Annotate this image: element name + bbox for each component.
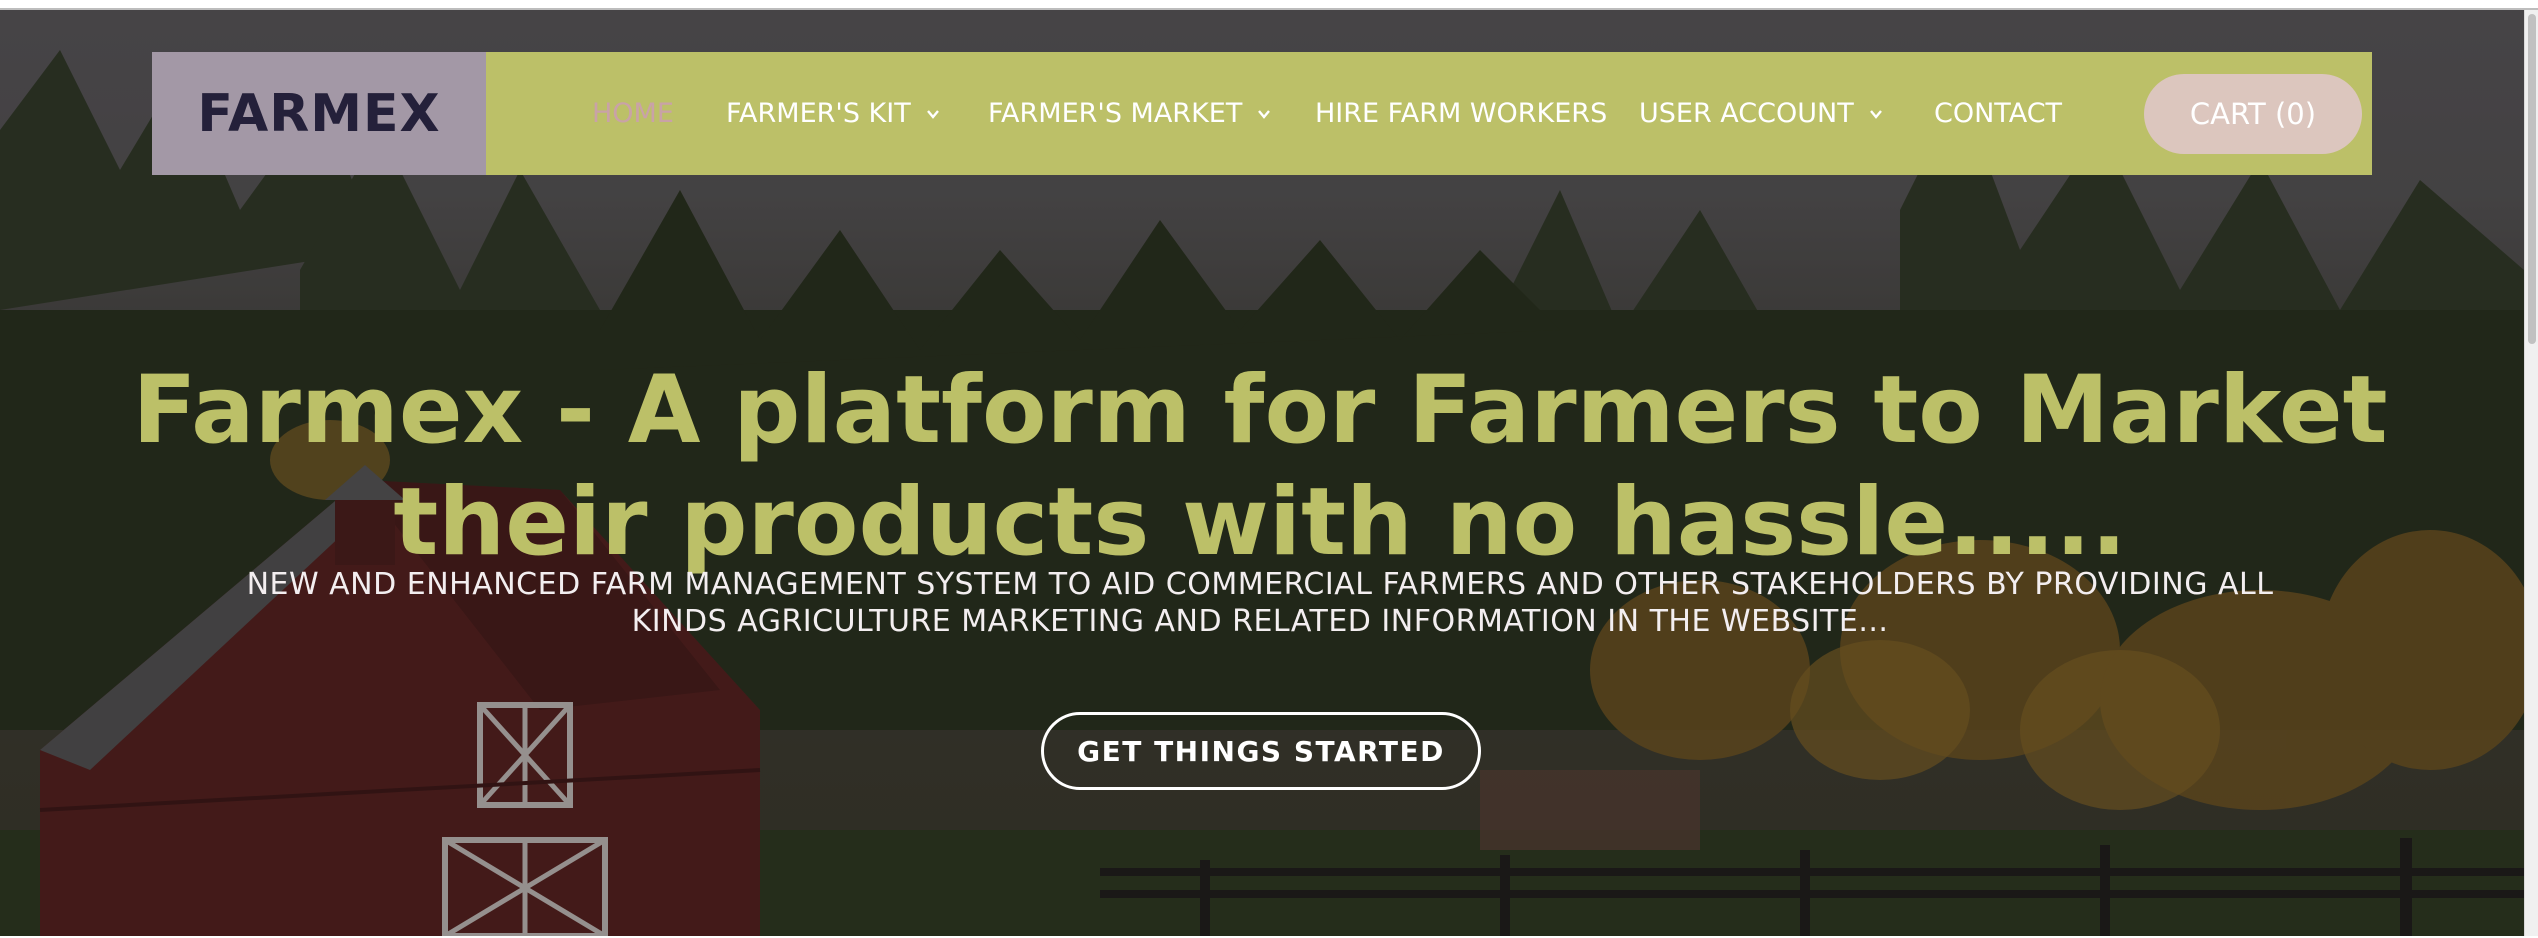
nav-item-label: CONTACT	[1934, 98, 2063, 129]
hero-headline: Farmex - A platform for Farmers to Marke…	[132, 355, 2388, 577]
chevron-down-icon	[1258, 109, 1271, 119]
nav-item-farmers-kit[interactable]: FARMER'S KIT	[726, 52, 988, 175]
nav-item-home[interactable]: HOME	[592, 52, 726, 175]
nav-menu: HOME FARMER'S KIT FARMER'S MARKET HIRE F…	[592, 52, 2362, 175]
get-started-button[interactable]: GET THINGS STARTED	[1041, 712, 1481, 790]
nav-item-label: FARMER'S KIT	[726, 98, 911, 129]
nav-item-label: USER ACCOUNT	[1639, 98, 1854, 129]
browser-top-edge	[0, 0, 2538, 10]
nav-item-hire-farm-workers[interactable]: HIRE FARM WORKERS	[1315, 52, 1639, 175]
nav-item-label: HIRE FARM WORKERS	[1315, 98, 1608, 129]
cart-button[interactable]: CART (0)	[2144, 73, 2362, 154]
chevron-down-icon	[1869, 109, 1882, 119]
nav-item-label: HOME	[592, 98, 674, 129]
nav-item-farmers-market[interactable]: FARMER'S MARKET	[988, 52, 1315, 175]
nav-item-user-account[interactable]: USER ACCOUNT	[1639, 52, 1934, 175]
chevron-down-icon	[926, 109, 939, 119]
brand-logo[interactable]: FARMEX	[152, 52, 486, 175]
hero-subtext: NEW AND ENHANCED FARM MANAGEMENT SYSTEM …	[246, 567, 2274, 639]
main-navbar: FARMEX HOME FARMER'S KIT FARMER'S MARKET…	[152, 52, 2372, 175]
nav-item-contact[interactable]: CONTACT	[1934, 52, 2084, 175]
nav-item-label: FARMER'S MARKET	[988, 98, 1243, 129]
scrollbar-thumb[interactable]	[2528, 14, 2536, 344]
vertical-scrollbar[interactable]	[2524, 10, 2538, 936]
